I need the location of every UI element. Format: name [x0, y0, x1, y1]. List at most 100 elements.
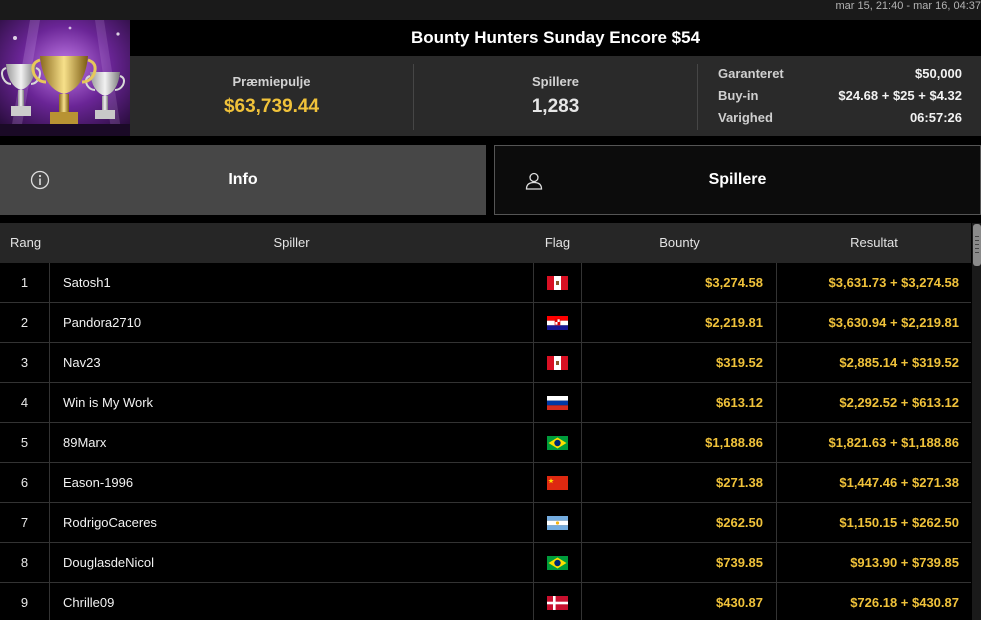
table-row[interactable]: 6 Eason-1996 $271.38 $1,447.46 + $271.38	[0, 463, 971, 503]
result-cell: $1,821.63 + $1,188.86	[828, 435, 959, 450]
players-label: Spillere	[532, 74, 579, 89]
column-header-flag[interactable]: Flag	[533, 223, 582, 263]
tab-info-label: Info	[228, 171, 258, 188]
tab-info[interactable]: Info	[0, 145, 486, 215]
detail-value: 06:57:26	[909, 110, 962, 125]
rank-cell: 4	[0, 383, 50, 422]
rank-cell: 1	[0, 263, 50, 302]
scrollbar-thumb[interactable]	[973, 224, 981, 266]
player-name-cell[interactable]: Nav23	[63, 343, 101, 382]
player-name-cell[interactable]: DouglasdeNicol	[63, 543, 154, 582]
column-header-player[interactable]: Spiller	[50, 223, 533, 263]
results-table-header: Rang Spiller Flag Bounty Resultat	[0, 223, 971, 263]
brazil-flag-icon	[547, 435, 568, 450]
detail-row-buyin: Buy-in $24.68 + $25 + $4.32	[718, 87, 962, 109]
flag-cell	[533, 423, 582, 462]
flag-cell	[533, 263, 582, 302]
peru-flag-icon	[547, 355, 568, 370]
date-range: mar 15, 21:40 - mar 16, 04:37	[835, 0, 981, 12]
denmark-flag-icon	[547, 595, 568, 610]
bounty-cell: $613.12	[582, 383, 777, 422]
rank-cell: 2	[0, 303, 50, 342]
result-cell: $1,150.15 + $262.50	[839, 515, 959, 530]
russia-flag-icon	[547, 395, 568, 410]
info-icon	[30, 170, 50, 190]
tournament-details: Garanteret $50,000 Buy-in $24.68 + $25 +…	[718, 65, 962, 131]
rank-cell: 3	[0, 343, 50, 382]
result-cell: $726.18 + $430.87	[850, 595, 959, 610]
bounty-cell: $262.50	[582, 503, 777, 542]
bounty-cell: $2,219.81	[582, 303, 777, 342]
prize-pool-stat: Præmiepulje $63,739.44	[130, 56, 413, 136]
divider	[697, 64, 698, 130]
argentina-flag-icon	[547, 515, 568, 530]
table-row[interactable]: 4 Win is My Work $613.12 $2,292.52 + $613.1…	[0, 383, 971, 423]
tournament-trophy-image	[0, 20, 130, 136]
table-row[interactable]: 1 Satosh1 $3,274.58 $3,631.73 + $3,274.58	[0, 263, 971, 303]
rank-cell: 7	[0, 503, 50, 542]
detail-row-guaranteed: Garanteret $50,000	[718, 65, 962, 87]
player-name-cell[interactable]: Eason-1996	[63, 463, 133, 502]
column-header-result[interactable]: Resultat	[777, 223, 971, 263]
result-cell: $2,885.14 + $319.52	[839, 355, 959, 370]
result-cell: $913.90 + $739.85	[850, 555, 959, 570]
flag-cell	[533, 543, 582, 582]
china-flag-icon	[547, 475, 568, 490]
player-name-cell[interactable]: Win is My Work	[63, 383, 153, 422]
detail-value: $24.68 + $25 + $4.32	[838, 88, 962, 103]
prize-pool-value: $63,739.44	[223, 96, 320, 117]
table-scrollbar[interactable]	[972, 223, 981, 620]
player-name-cell[interactable]: Chrille09	[63, 583, 114, 620]
table-row[interactable]: 5 89Marx $1,188.86 $1,821.63 + $1,188.86	[0, 423, 971, 463]
table-row[interactable]: 7 RodrigoCaceres $262.50 $1,150.15 + $262.5…	[0, 503, 971, 543]
flag-cell	[533, 303, 582, 342]
flag-cell	[533, 503, 582, 542]
table-row[interactable]: 9 Chrille09 $430.87 $726.18 + $430.87	[0, 583, 971, 620]
player-name-cell[interactable]: Pandora2710	[63, 303, 141, 342]
result-cell: $1,447.46 + $271.38	[839, 475, 959, 490]
bounty-cell: $1,188.86	[582, 423, 777, 462]
prize-pool-label: Præmiepulje	[232, 74, 311, 89]
player-name-cell[interactable]: 89Marx	[63, 423, 106, 462]
bounty-cell: $430.87	[582, 583, 777, 620]
croatia-flag-icon	[547, 315, 568, 330]
detail-key: Buy-in	[718, 88, 759, 103]
result-cell: $3,630.94 + $2,219.81	[828, 315, 959, 330]
flag-cell	[533, 583, 582, 620]
player-name-cell[interactable]: Satosh1	[63, 263, 111, 302]
flag-cell	[533, 343, 582, 382]
brazil-flag-icon	[547, 555, 568, 570]
detail-key: Garanteret	[718, 66, 784, 81]
tournament-title: Bounty Hunters Sunday Encore $54	[410, 28, 701, 47]
rank-cell: 6	[0, 463, 50, 502]
result-cell: $2,292.52 + $613.12	[839, 395, 959, 410]
players-value: 1,283	[531, 96, 580, 117]
table-row[interactable]: 3 Nav23 $319.52 $2,885.14 + $319.52	[0, 343, 971, 383]
flag-cell	[533, 463, 582, 502]
tab-players[interactable]: Spillere	[494, 145, 981, 215]
detail-key: Varighed	[718, 110, 773, 125]
peru-flag-icon	[547, 275, 568, 290]
rank-cell: 8	[0, 543, 50, 582]
table-row[interactable]: 2 Pandora2710 $2,219.81 $3,630.94 + $2,219.…	[0, 303, 971, 343]
bounty-cell: $319.52	[582, 343, 777, 382]
bounty-cell: $271.38	[582, 463, 777, 502]
stats-panel: Præmiepulje $63,739.44 Spillere 1,283 Ga…	[130, 56, 981, 136]
detail-row-duration: Varighed 06:57:26	[718, 109, 962, 131]
player-name-cell[interactable]: RodrigoCaceres	[63, 503, 157, 542]
tournament-title-bar: Bounty Hunters Sunday Encore $54	[130, 20, 981, 56]
rank-cell: 9	[0, 583, 50, 620]
bounty-cell: $3,274.58	[582, 263, 777, 302]
table-row[interactable]: 8 DouglasdeNicol $739.85 $913.90 + $739.85	[0, 543, 971, 583]
user-icon	[525, 172, 543, 190]
rank-cell: 5	[0, 423, 50, 462]
top-bar: mar 15, 21:40 - mar 16, 04:37	[0, 0, 981, 20]
column-header-bounty[interactable]: Bounty	[582, 223, 777, 263]
results-table-body: 1 Satosh1 $3,274.58 $3,631.73 + $3,274.58 2 P…	[0, 263, 971, 620]
players-stat: Spillere 1,283	[414, 56, 697, 136]
bounty-cell: $739.85	[582, 543, 777, 582]
detail-value: $50,000	[915, 66, 962, 81]
tab-players-label: Spillere	[708, 171, 767, 188]
column-header-rank[interactable]: Rang	[10, 223, 41, 263]
result-cell: $3,631.73 + $3,274.58	[828, 275, 959, 290]
